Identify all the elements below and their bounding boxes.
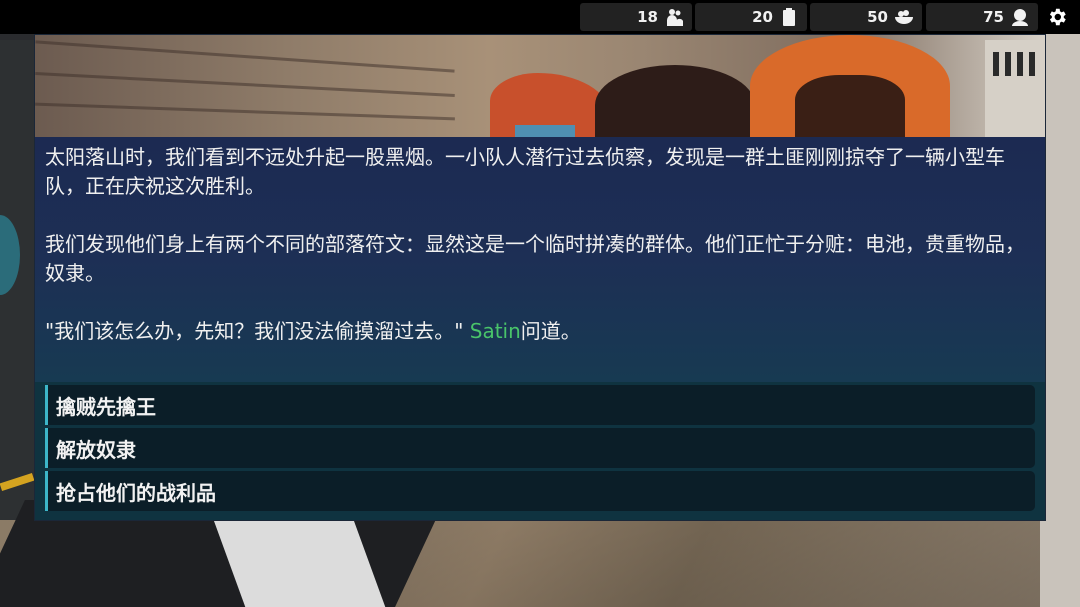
event-illustration [35,35,1045,137]
morale-counter: 75 [926,3,1038,31]
morale-value: 75 [983,8,1004,26]
choice-list: 擒贼先擒王 解放奴隶 抢占他们的战利品 [35,382,1045,520]
population-icon [667,9,683,26]
choice-option[interactable]: 擒贼先擒王 [45,385,1035,425]
event-dialogue: "我们该怎么办，先知？我们没法偷摸溜过去。" Satin问道。 [45,317,1035,346]
event-paragraph: 太阳落山时，我们看到不远处升起一股黑烟。一小队人潜行过去侦察，发现是一群土匪刚刚… [45,145,1005,198]
event-text: 太阳落山时，我们看到不远处升起一股黑烟。一小队人潜行过去侦察，发现是一群土匪刚刚… [35,137,1045,382]
battery-icon [783,8,795,26]
food-bowl-icon [895,10,913,24]
speaker-name: Satin [469,319,521,343]
morale-icon [1012,9,1028,26]
food-counter: 50 [810,3,922,31]
choice-label: 擒贼先擒王 [56,394,156,419]
choice-label: 解放奴隶 [56,437,136,462]
dialogue-quote: "我们该怎么办，先知？我们没法偷摸溜过去。" [45,319,470,343]
background-wall [1040,0,1080,607]
food-value: 50 [867,8,888,26]
population-value: 18 [637,8,658,26]
choice-option[interactable]: 抢占他们的战利品 [45,471,1035,511]
dialogue-suffix: 问道。 [520,319,581,343]
resource-bar: 18 20 50 75 [0,0,1080,34]
choice-label: 抢占他们的战利品 [56,480,216,505]
gear-icon [1049,8,1066,26]
population-counter: 18 [580,3,692,31]
event-paragraph: 我们发现他们身上有两个不同的部落符文：显然这是一个临时拼凑的群体。他们正忙于分赃… [45,232,1025,285]
battery-value: 20 [752,8,773,26]
battery-counter: 20 [695,3,807,31]
event-dialog: 太阳落山时，我们看到不远处升起一股黑烟。一小队人潜行过去侦察，发现是一群土匪刚刚… [34,34,1046,521]
settings-button[interactable] [1041,3,1073,31]
choice-option[interactable]: 解放奴隶 [45,428,1035,468]
